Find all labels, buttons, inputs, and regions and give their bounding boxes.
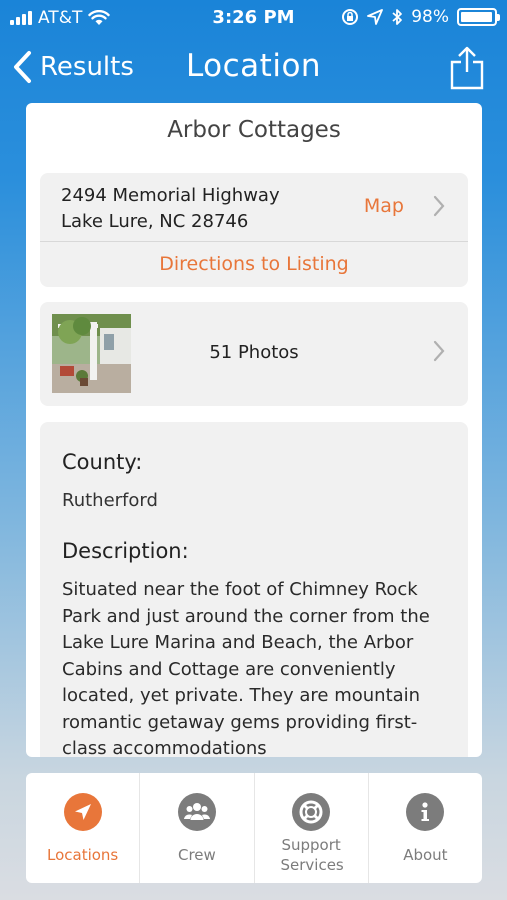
county-label: County:	[62, 450, 143, 474]
description-label: Description:	[62, 539, 189, 563]
tab-about[interactable]: About	[369, 773, 482, 883]
location-arrow-icon	[367, 9, 384, 25]
status-bar: AT&T 3:26 PM 98%	[0, 0, 507, 36]
directions-button[interactable]: Directions to Listing	[40, 242, 468, 287]
tab-bar: Locations Crew Support Services About	[26, 773, 482, 883]
address: 2494 Memorial Highway Lake Lure, NC 2874…	[61, 183, 280, 235]
battery-percent: 98%	[411, 7, 449, 27]
tab-crew[interactable]: Crew	[140, 773, 255, 883]
navigation-arrow-icon	[63, 793, 102, 831]
tab-label: About	[403, 846, 448, 864]
info-icon	[406, 793, 445, 831]
details-section: County: Rutherford Description: Situated…	[40, 422, 468, 757]
tab-label: Support Services	[280, 836, 344, 874]
share-icon[interactable]	[449, 46, 485, 90]
map-row[interactable]: 2494 Memorial Highway Lake Lure, NC 2874…	[40, 173, 468, 241]
chevron-right-icon	[433, 195, 445, 217]
nav-bar: Results Location	[0, 40, 507, 96]
address-line2: Lake Lure, NC 28746	[61, 211, 249, 232]
tab-label: Crew	[177, 846, 216, 864]
photos-count: 51 Photos	[209, 342, 299, 363]
address-section: 2494 Memorial Highway Lake Lure, NC 2874…	[40, 173, 468, 287]
address-line1: 2494 Memorial Highway	[61, 185, 280, 206]
map-link[interactable]: Map	[364, 195, 404, 217]
photos-row[interactable]: 51 Photos	[40, 302, 468, 406]
tab-support-services[interactable]: Support Services	[255, 773, 369, 883]
lifebuoy-icon	[292, 793, 331, 831]
description-text: Situated near the foot of Chimney Rock P…	[62, 579, 430, 757]
group-icon	[177, 793, 216, 831]
page-title: Location	[185, 48, 322, 84]
screen-lock-icon	[342, 9, 359, 25]
listing-card: Arbor Cottages 2494 Memorial Highway Lak…	[26, 103, 482, 757]
county-value: Rutherford	[62, 490, 158, 511]
tab-locations[interactable]: Locations	[26, 773, 141, 883]
bluetooth-icon	[392, 9, 403, 25]
chevron-right-icon	[433, 340, 445, 362]
tab-label: Locations	[46, 846, 119, 864]
listing-name: Arbor Cottages	[167, 117, 341, 143]
battery-icon	[457, 8, 500, 26]
